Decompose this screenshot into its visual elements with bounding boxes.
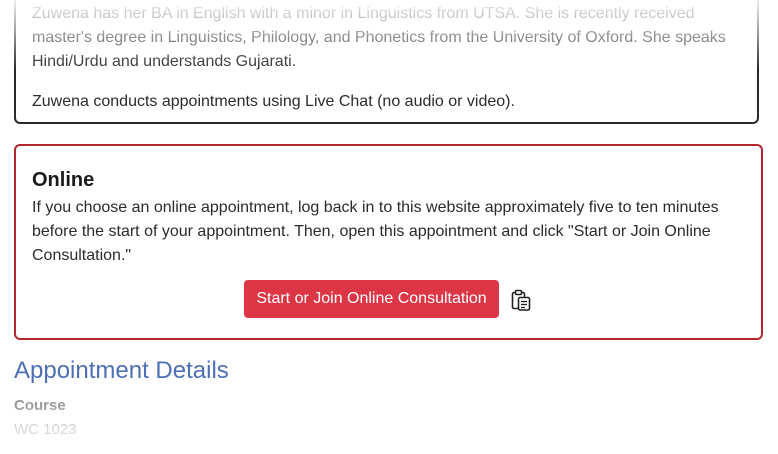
start-online-consultation-button[interactable]: Start or Join Online Consultation: [244, 280, 499, 318]
appointment-details-heading: Appointment Details: [14, 357, 229, 384]
online-appointment-card: Online If you choose an online appointme…: [14, 144, 763, 340]
consultant-bio-card: Zuwena has her BA in English with a mino…: [14, 0, 759, 124]
scroll-fade-bottom: [0, 384, 778, 454]
course-value: WC 1023: [14, 421, 77, 438]
course-label: Course: [14, 397, 66, 414]
online-action-row: Start or Join Online Consultation: [16, 280, 761, 320]
consultant-bio-text: Zuwena has her BA in English with a mino…: [32, 5, 726, 70]
clipboard-copy-icon[interactable]: [510, 288, 532, 312]
online-title: Online: [32, 169, 95, 191]
online-instructions: If you choose an online appointment, log…: [32, 199, 719, 264]
appointment-mode-text: Zuwena conducts appointments using Live …: [32, 93, 515, 110]
